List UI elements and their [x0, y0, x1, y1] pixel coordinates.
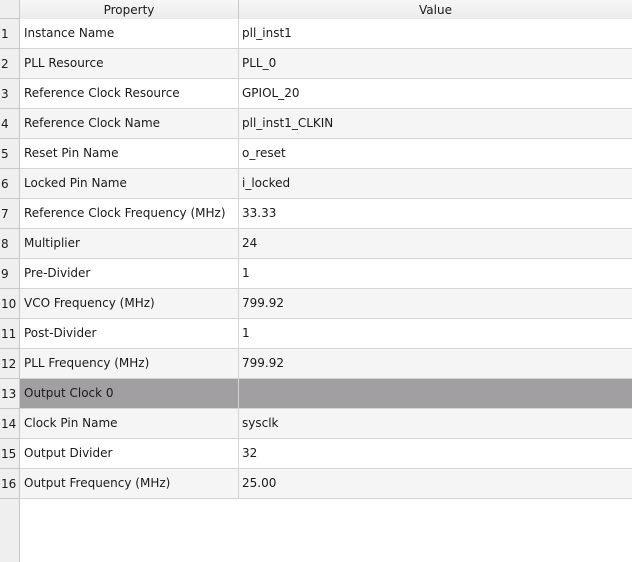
row-number[interactable]: 12 — [0, 349, 19, 379]
row-number[interactable]: 14 — [0, 409, 19, 439]
row-number[interactable]: 16 — [0, 469, 19, 499]
row-number[interactable]: 15 — [0, 439, 19, 469]
value-cell[interactable]: 32 — [239, 439, 632, 468]
table-row[interactable]: PLL Frequency (MHz) 799.92 — [20, 349, 632, 379]
table-row[interactable]: Post-Divider 1 — [20, 319, 632, 349]
value-cell[interactable]: pll_inst1_CLKIN — [239, 109, 632, 138]
table-header: Property Value — [20, 0, 632, 20]
property-cell: PLL Frequency (MHz) — [20, 349, 239, 378]
value-cell[interactable]: i_locked — [239, 169, 632, 198]
value-cell[interactable]: GPIOL_20 — [239, 79, 632, 108]
property-cell: Reference Clock Frequency (MHz) — [20, 199, 239, 228]
property-cell: Instance Name — [20, 19, 239, 48]
row-number[interactable]: 6 — [0, 169, 19, 199]
row-number[interactable]: 11 — [0, 319, 19, 349]
table-body: Instance Name pll_inst1 PLL Resource PLL… — [20, 19, 632, 499]
property-cell: Pre-Divider — [20, 259, 239, 288]
property-column-header[interactable]: Property — [20, 0, 239, 19]
value-cell[interactable]: 799.92 — [239, 289, 632, 318]
value-cell[interactable]: 1 — [239, 319, 632, 348]
table-row[interactable]: PLL Resource PLL_0 — [20, 49, 632, 79]
table-row[interactable]: Locked Pin Name i_locked — [20, 169, 632, 199]
table-row[interactable]: Output Frequency (MHz) 25.00 — [20, 469, 632, 499]
property-cell: Locked Pin Name — [20, 169, 239, 198]
row-number[interactable]: 8 — [0, 229, 19, 259]
table-row[interactable]: Reset Pin Name o_reset — [20, 139, 632, 169]
value-cell[interactable]: 33.33 — [239, 199, 632, 228]
table-row[interactable]: Instance Name pll_inst1 — [20, 19, 632, 49]
property-cell: Output Frequency (MHz) — [20, 469, 239, 498]
table-row[interactable]: Output Divider 32 — [20, 439, 632, 469]
property-cell: Clock Pin Name — [20, 409, 239, 438]
property-cell: Reference Clock Resource — [20, 79, 239, 108]
value-cell[interactable]: 24 — [239, 229, 632, 258]
property-cell: Post-Divider — [20, 319, 239, 348]
group-header-row[interactable]: Output Clock 0 — [20, 379, 632, 409]
table-row[interactable]: Pre-Divider 1 — [20, 259, 632, 289]
table-row[interactable]: Clock Pin Name sysclk — [20, 409, 632, 439]
value-cell[interactable]: sysclk — [239, 409, 632, 438]
row-number[interactable]: 3 — [0, 79, 19, 109]
row-number[interactable]: 7 — [0, 199, 19, 229]
property-table: Property Value 1 2 3 4 5 6 7 8 9 10 11 1… — [0, 0, 632, 562]
property-cell: Multiplier — [20, 229, 239, 258]
table-row[interactable]: Reference Clock Frequency (MHz) 33.33 — [20, 199, 632, 229]
value-cell[interactable]: pll_inst1 — [239, 19, 632, 48]
table-row[interactable]: VCO Frequency (MHz) 799.92 — [20, 289, 632, 319]
value-column-header[interactable]: Value — [239, 0, 632, 19]
value-cell[interactable]: 25.00 — [239, 469, 632, 498]
row-number[interactable]: 10 — [0, 289, 19, 319]
row-number[interactable]: 1 — [0, 19, 19, 49]
table-row[interactable]: Reference Clock Resource GPIOL_20 — [20, 79, 632, 109]
row-number[interactable]: 13 — [0, 379, 19, 409]
value-cell[interactable]: o_reset — [239, 139, 632, 168]
property-cell: Reset Pin Name — [20, 139, 239, 168]
table-row[interactable]: Multiplier 24 — [20, 229, 632, 259]
value-cell[interactable]: 799.92 — [239, 349, 632, 378]
value-cell[interactable]: PLL_0 — [239, 49, 632, 78]
property-cell: Output Divider — [20, 439, 239, 468]
table-corner — [0, 0, 20, 19]
value-cell[interactable]: 1 — [239, 259, 632, 288]
group-header-cell: Output Clock 0 — [20, 379, 239, 408]
group-value-cell — [239, 379, 632, 408]
table-row[interactable]: Reference Clock Name pll_inst1_CLKIN — [20, 109, 632, 139]
row-number-gutter: 1 2 3 4 5 6 7 8 9 10 11 12 13 14 15 16 — [0, 19, 20, 562]
row-number[interactable]: 2 — [0, 49, 19, 79]
row-number[interactable]: 4 — [0, 109, 19, 139]
property-cell: VCO Frequency (MHz) — [20, 289, 239, 318]
property-cell: Reference Clock Name — [20, 109, 239, 138]
row-number[interactable]: 9 — [0, 259, 19, 289]
row-number[interactable]: 5 — [0, 139, 19, 169]
property-cell: PLL Resource — [20, 49, 239, 78]
